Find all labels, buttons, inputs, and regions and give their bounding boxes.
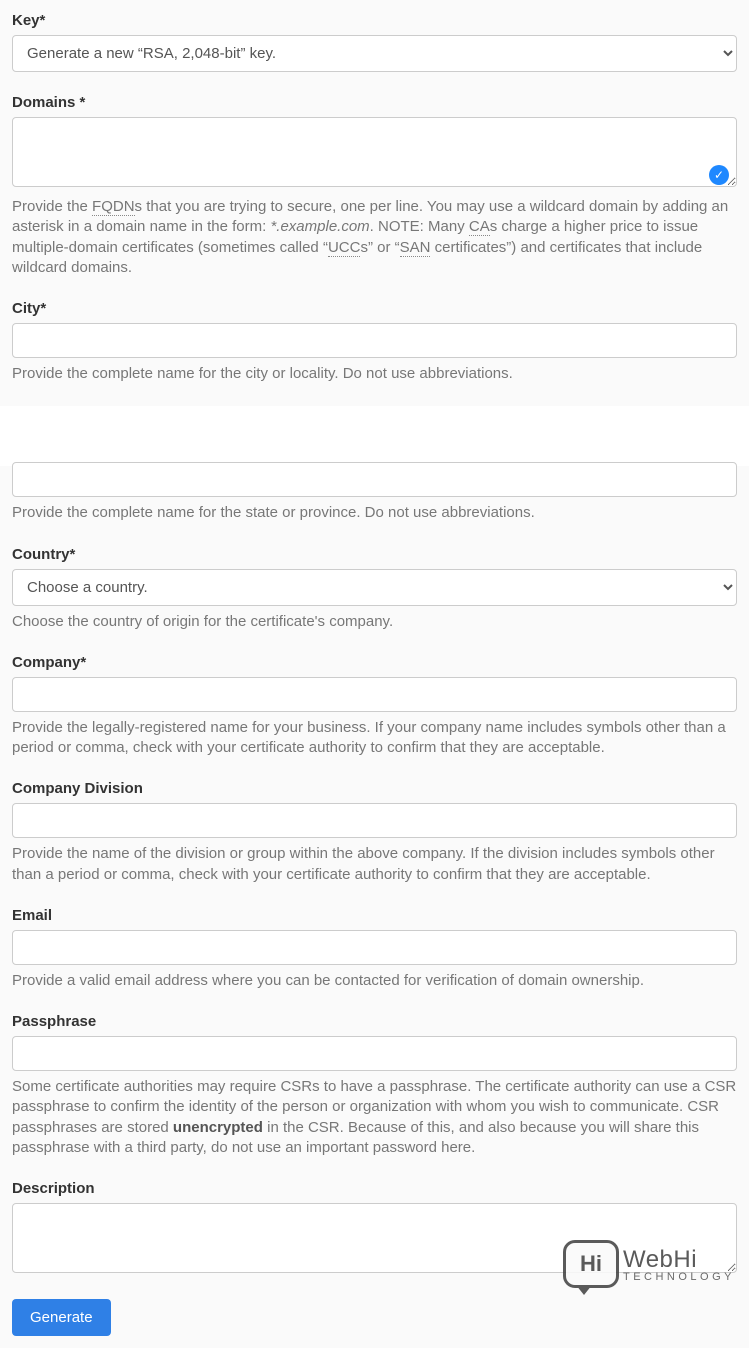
description-textarea[interactable] bbox=[12, 1203, 737, 1273]
page-gap bbox=[0, 406, 749, 466]
passphrase-field-group: Passphrase Some certificate authorities … bbox=[12, 1013, 737, 1158]
company-input[interactable] bbox=[12, 677, 737, 712]
checkmark-icon: ✓ bbox=[709, 165, 729, 185]
domains-textarea[interactable] bbox=[12, 117, 737, 187]
passphrase-label: Passphrase bbox=[12, 1013, 737, 1030]
domains-input-wrap: ✓ bbox=[12, 117, 737, 191]
passphrase-help: Some certificate authorities may require… bbox=[12, 1077, 737, 1158]
email-help: Provide a valid email address where you … bbox=[12, 971, 737, 991]
country-help: Choose the country of origin for the cer… bbox=[12, 612, 737, 632]
fqdn-abbr: FQDN bbox=[92, 198, 135, 216]
company-field-group: Company* Provide the legally-registered … bbox=[12, 654, 737, 759]
email-input[interactable] bbox=[12, 930, 737, 965]
city-input[interactable] bbox=[12, 323, 737, 358]
city-label: City* bbox=[12, 300, 737, 317]
description-label: Description bbox=[12, 1180, 737, 1197]
ucc-abbr: UCC bbox=[328, 239, 361, 257]
domains-field-group: Domains * ✓ Provide the FQDNs that you a… bbox=[12, 94, 737, 278]
san-abbr: SAN bbox=[400, 239, 431, 257]
city-field-group: City* Provide the complete name for the … bbox=[12, 300, 737, 384]
country-label: Country* bbox=[12, 546, 737, 563]
domains-help: Provide the FQDNs that you are trying to… bbox=[12, 197, 737, 278]
csr-form: Key* Generate a new “RSA, 2,048-bit” key… bbox=[0, 0, 749, 1348]
key-field-group: Key* Generate a new “RSA, 2,048-bit” key… bbox=[12, 12, 737, 72]
key-select[interactable]: Generate a new “RSA, 2,048-bit” key. bbox=[12, 35, 737, 72]
description-field-group: Description bbox=[12, 1180, 737, 1277]
ca-abbr: CA bbox=[469, 218, 490, 236]
email-label: Email bbox=[12, 907, 737, 924]
division-help: Provide the name of the division or grou… bbox=[12, 844, 737, 885]
country-select[interactable]: Choose a country. bbox=[12, 569, 737, 606]
division-input[interactable] bbox=[12, 803, 737, 838]
country-field-group: Country* Choose a country. Choose the co… bbox=[12, 546, 737, 632]
key-label: Key* bbox=[12, 12, 737, 29]
email-field-group: Email Provide a valid email address wher… bbox=[12, 907, 737, 991]
generate-button[interactable]: Generate bbox=[12, 1299, 111, 1336]
domains-label: Domains * bbox=[12, 94, 737, 111]
division-field-group: Company Division Provide the name of the… bbox=[12, 780, 737, 885]
division-label: Company Division bbox=[12, 780, 737, 797]
state-field-group: Provide the complete name for the state … bbox=[12, 462, 737, 523]
company-label: Company* bbox=[12, 654, 737, 671]
state-input[interactable] bbox=[12, 462, 737, 497]
company-help: Provide the legally-registered name for … bbox=[12, 718, 737, 759]
state-help: Provide the complete name for the state … bbox=[12, 503, 737, 523]
city-help: Provide the complete name for the city o… bbox=[12, 364, 737, 384]
passphrase-input[interactable] bbox=[12, 1036, 737, 1071]
